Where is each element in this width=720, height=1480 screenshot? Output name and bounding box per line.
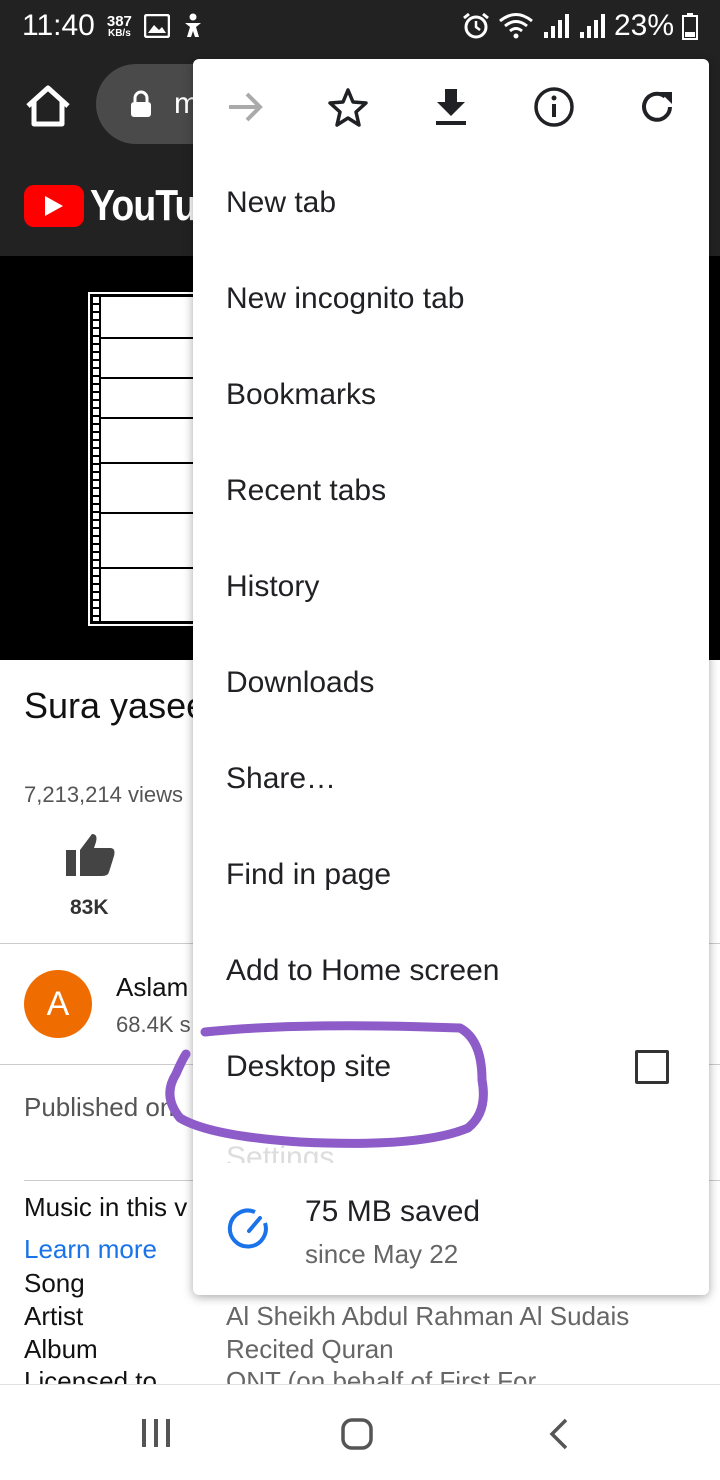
alarm-icon [463,12,489,39]
meta-key-album: Album [24,1334,98,1364]
meta-key-artist: Artist [24,1301,84,1331]
channel-name[interactable]: Aslam [116,972,188,1003]
menu-item-desktop-site[interactable]: Desktop site [226,1050,391,1084]
view-count: 7,213,214 views [24,782,183,807]
battery-icon [682,13,698,40]
channel-avatar[interactable]: A [24,970,92,1038]
home-icon [26,85,70,127]
music-section-label: Music in this v [24,1192,188,1222]
meta-value-artist: Al Sheikh Abdul Rahman Al Sudais [226,1301,630,1331]
lock-icon [131,90,151,117]
clock: 11:40 [22,9,95,42]
gallery-icon [143,14,170,38]
status-bar: 11:40 387 KB/s 23% [0,0,720,52]
accessibility-icon [184,13,201,37]
home-circle-icon [341,1418,373,1450]
menu-item-add-to-home-screen[interactable]: Add to Home screen [226,954,499,988]
signal-icon [543,14,569,38]
published-date: Published on [24,1092,175,1122]
like-count: 83K [70,896,109,919]
home-button[interactable] [22,80,74,132]
screen: 11:40 387 KB/s 23% m YouTube Sura yaseen… [0,0,720,1480]
page-info-button[interactable] [530,83,578,131]
signal-icon-2 [579,14,605,38]
data-saver-gauge-icon [227,1208,268,1249]
menu-item-bookmarks[interactable]: Bookmarks [226,378,376,412]
info-icon [534,87,574,127]
back-nav-button[interactable] [546,1417,572,1456]
menu-item-history[interactable]: History [226,570,319,604]
wifi-icon [499,13,533,39]
recent-apps-icon [142,1419,170,1447]
youtube-play-icon [24,185,84,227]
system-nav-bar [0,1384,720,1480]
learn-more-link[interactable]: Learn more [24,1234,157,1265]
like-button[interactable] [64,832,120,883]
refresh-icon [642,91,672,122]
download-button[interactable] [427,83,475,131]
back-chevron-icon [549,1418,568,1450]
network-speed: 387 KB/s [107,14,132,39]
menu-item-find-in-page[interactable]: Find in page [226,858,391,892]
recent-apps-button[interactable] [136,1417,176,1454]
download-icon [436,89,466,125]
desktop-site-checkbox[interactable] [635,1050,669,1084]
meta-key-song: Song [24,1268,85,1298]
thumbs-up-icon [66,834,115,876]
menu-item-recent-tabs[interactable]: Recent tabs [226,474,386,508]
star-icon [328,88,368,127]
bookmark-button[interactable] [324,83,372,131]
network-speed-unit: KB/s [107,27,131,39]
network-speed-value: 387 [106,12,132,30]
menu-item-share[interactable]: Share… [226,762,336,796]
forward-arrow-icon [229,92,263,122]
forward-button[interactable] [221,83,269,131]
menu-item-downloads[interactable]: Downloads [226,666,374,700]
menu-action-row [193,59,709,155]
subscriber-count: 68.4K s [116,1012,191,1037]
overflow-menu: New tab New incognito tab Bookmarks Rece… [193,59,709,1295]
data-saved-amount: 75 MB saved [305,1195,481,1228]
menu-item-new-tab[interactable]: New tab [226,186,336,220]
menu-item-new-incognito-tab[interactable]: New incognito tab [226,282,464,316]
battery-level: 23% [613,9,674,42]
reload-button[interactable] [633,83,681,131]
home-nav-button[interactable] [340,1417,374,1456]
data-saved-since: since May 22 [305,1239,459,1269]
meta-value-album: Recited Quran [226,1334,394,1364]
menu-item-settings[interactable]: Settings [226,1141,334,1163]
